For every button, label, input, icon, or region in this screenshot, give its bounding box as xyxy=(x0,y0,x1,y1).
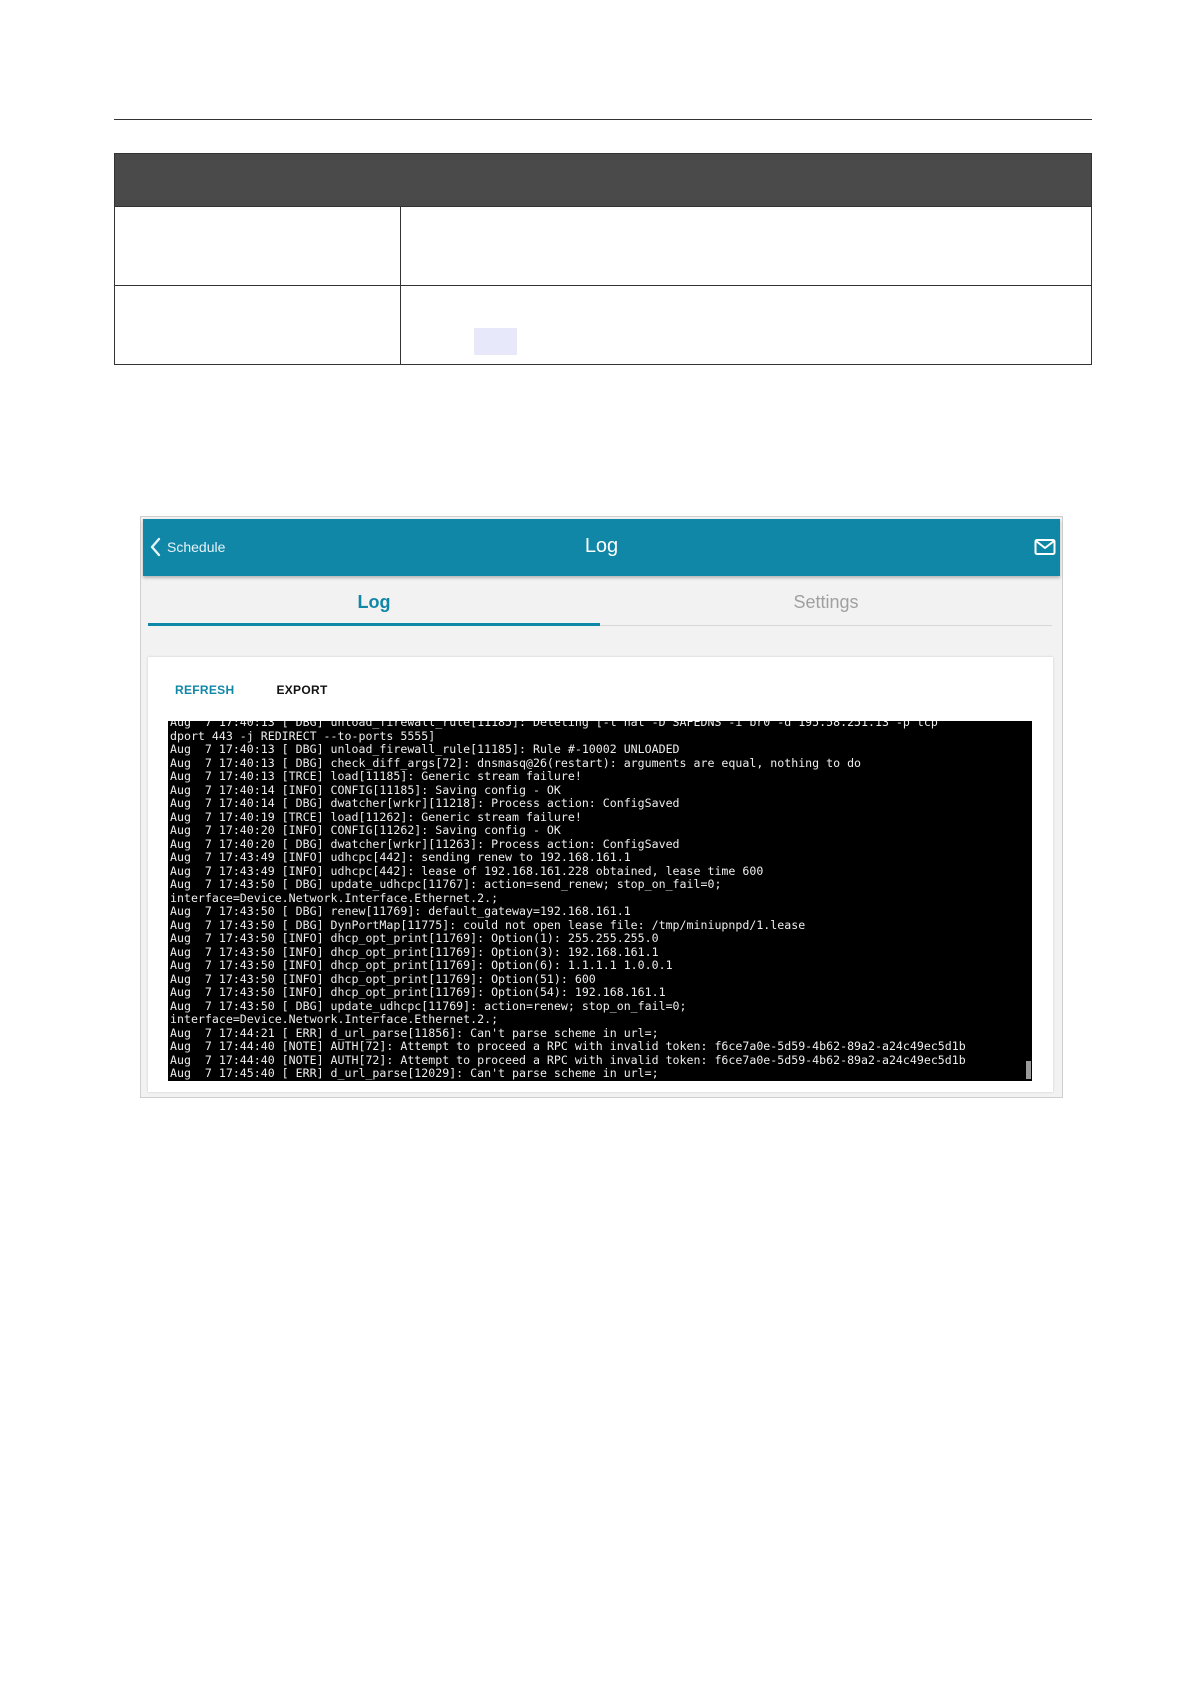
log-line: Aug 7 17:45:40 [ ERR] d_url_parse[12029]… xyxy=(170,1066,659,1080)
log-line: Aug 7 17:43:50 [INFO] dhcp_opt_print[117… xyxy=(170,985,666,999)
log-line: Aug 7 17:43:50 [INFO] dhcp_opt_print[117… xyxy=(170,958,673,972)
export-button[interactable]: EXPORT xyxy=(276,683,327,697)
table-row xyxy=(115,286,1091,364)
log-line: Aug 7 17:43:50 [INFO] dhcp_opt_print[117… xyxy=(170,944,659,959)
log-line: Aug 7 17:40:14 [INFO] CONFIG[11185]: Sav… xyxy=(170,782,561,797)
log-line: Aug 7 17:43:49 [INFO] udhcpc[442]: sendi… xyxy=(170,850,631,864)
page-title: Log xyxy=(584,535,619,557)
log-line: interface=Device.Network.Interface.Ether… xyxy=(170,1012,499,1026)
console-scrollbar[interactable] xyxy=(1026,1061,1031,1079)
tab-settings[interactable]: Settings xyxy=(600,587,1052,625)
log-actions: REFRESH EXPORT xyxy=(175,683,328,697)
log-line: Aug 7 17:40:20 [ DBG] dwatcher[wrkr][112… xyxy=(170,836,680,851)
log-line: Aug 7 17:40:13 [TRCE] load[11185]: Gener… xyxy=(170,769,582,783)
page-top-rule xyxy=(114,119,1092,120)
log-line: Aug 7 17:44:40 [NOTE] AUTH[72]: Attempt … xyxy=(170,1039,966,1053)
log-line: Aug 7 17:40:13 [ DBG] unload_firewall_ru… xyxy=(170,742,680,756)
log-line: Aug 7 17:40:19 [TRCE] load[11262]: Gener… xyxy=(170,809,582,824)
log-line: Aug 7 17:43:50 [INFO] dhcp_opt_print[117… xyxy=(170,931,659,945)
log-line: Aug 7 17:44:40 [NOTE] AUTH[72]: Attempt … xyxy=(170,1052,966,1067)
log-line: Aug 7 17:40:13 [ DBG] check_diff_args[72… xyxy=(170,755,862,770)
log-panel: REFRESH EXPORT Aug 7 17:40:13 [ DBG] unl… xyxy=(148,657,1053,1092)
log-line: Aug 7 17:43:50 [INFO] dhcp_opt_print[117… xyxy=(170,971,596,986)
app-header: Schedule Log xyxy=(143,519,1060,576)
table-cell-description xyxy=(401,207,1091,285)
log-line: Aug 7 17:43:50 [ DBG] DynPortMap[11775]:… xyxy=(170,917,806,932)
log-line: Aug 7 17:43:49 [INFO] udhcpc[442]: lease… xyxy=(170,863,764,878)
log-lines: Aug 7 17:40:13 [ DBG] unload_firewall_ru… xyxy=(170,721,1024,1081)
tab-log[interactable]: Log xyxy=(148,587,600,626)
table-cell-description xyxy=(401,286,1091,364)
log-line: dport 443 -j REDIRECT --to-ports 5555] xyxy=(170,728,436,743)
log-line: Aug 7 17:43:50 [ DBG] renew[11769]: defa… xyxy=(170,904,631,918)
log-line: Aug 7 17:43:50 [ DBG] update_udhcpc[1176… xyxy=(170,998,687,1013)
tab-bar: Log Settings xyxy=(148,587,1052,626)
table-header xyxy=(115,154,1091,207)
table-row xyxy=(115,207,1091,286)
log-screenshot: Schedule Log Log Settings REFRESH EXPORT… xyxy=(140,516,1063,1098)
log-line: Aug 7 17:44:21 [ ERR] d_url_parse[11856]… xyxy=(170,1025,659,1040)
log-line: Aug 7 17:43:50 [ DBG] update_udhcpc[1176… xyxy=(170,877,722,891)
log-line: Aug 7 17:40:20 [INFO] CONFIG[11262]: Sav… xyxy=(170,823,561,837)
log-console[interactable]: Aug 7 17:40:13 [ DBG] unload_firewall_ru… xyxy=(168,721,1032,1081)
highlight-swatch xyxy=(474,328,517,355)
parameter-table xyxy=(114,153,1092,365)
table-cell-parameter xyxy=(115,286,401,364)
log-line: interface=Device.Network.Interface.Ether… xyxy=(170,890,499,905)
table-cell-parameter xyxy=(115,207,401,285)
mail-button[interactable] xyxy=(1034,538,1056,561)
refresh-button[interactable]: REFRESH xyxy=(175,683,234,697)
mail-icon xyxy=(1034,539,1056,555)
log-line: Aug 7 17:40:14 [ DBG] dwatcher[wrkr][112… xyxy=(170,796,680,810)
